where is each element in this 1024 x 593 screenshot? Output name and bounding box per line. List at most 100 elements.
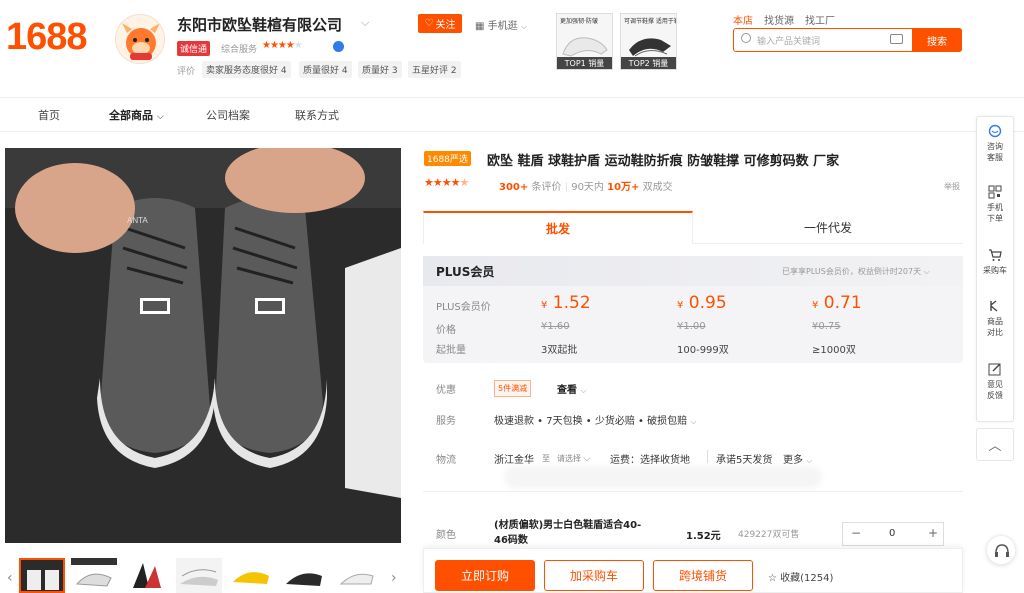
chevron-down-icon[interactable]: ⌵ [361, 16, 369, 30]
tab-wholesale[interactable]: 批发 [423, 211, 693, 244]
rating-summary[interactable]: 300+ 条评价 | 90天内 10万+ 双成交 [499, 178, 673, 193]
moq-label: 起批量 [436, 345, 466, 356]
gallery-thumb[interactable] [71, 558, 117, 593]
reviews-count: 300+ [499, 182, 529, 193]
sidebar-item-compare[interactable]: 商品对比 [976, 299, 1014, 338]
minus-icon[interactable]: − [851, 526, 861, 540]
search-placeholder: 输入产品关键词 [757, 37, 821, 47]
composite-service-label: 综合服务 [221, 45, 258, 55]
quantity-stepper: − 0 + [842, 522, 944, 546]
sidebar-item-mobile-order[interactable]: 手机下单 [976, 185, 1014, 224]
qrcode-icon: ▦ [475, 21, 485, 32]
chevron-down-icon: ⌵ [583, 454, 591, 464]
search-tab-factory[interactable]: 找工厂 [805, 16, 835, 27]
site-logo[interactable]: 1688 [6, 16, 88, 59]
top-product-1[interactable]: 更加强韧·防皱 TOP1 销量 [556, 13, 613, 70]
chevron-down-icon: ⌵ [156, 112, 164, 122]
original-price-tier-3: ¥0.75 [812, 321, 841, 332]
main-product-image[interactable]: ANTA [5, 148, 401, 543]
nav-contact[interactable]: 联系方式 [295, 107, 339, 123]
yanxuan-tag: 1688严选 [424, 151, 471, 166]
shoe-brand-text: ANTA [127, 216, 148, 225]
search-tab-shop[interactable]: 本店 [733, 16, 753, 27]
mobile-shop-link[interactable]: ▦ 手机逛 ⌵ [475, 17, 527, 32]
headset-icon [995, 544, 1009, 557]
rating-tag: 五星好评 2 [408, 61, 461, 78]
plus-hint[interactable]: 已享享PLUS会员价，权益倒计时207天 ⌵ [782, 266, 930, 277]
rating-tag: 质量好 3 [358, 61, 402, 78]
gallery-thumb[interactable] [335, 558, 381, 593]
promo-view-button[interactable]: 查看 ⌵ [557, 381, 587, 396]
original-price-tier-1: ¥1.60 [541, 321, 570, 332]
nav-all-products[interactable]: 全部商品 ⌵ [109, 107, 164, 123]
blurred-overlay [504, 466, 822, 488]
freight-text: 运费：选择收货地 [610, 455, 690, 466]
feedback-icon [988, 363, 1001, 376]
service-text[interactable]: 极速退款 • 7天包换 • 少货必赔 • 破损包赔 ⌵ [494, 412, 696, 427]
moq-tier-1: 3双起批 [541, 345, 578, 356]
gallery-thumb[interactable] [19, 558, 65, 593]
cross-border-button[interactable]: 跨境铺货 [653, 560, 753, 591]
shop-name[interactable]: 东阳市欧坠鞋楦有限公司 [177, 14, 342, 35]
sidebar-item-cart[interactable]: 采购车 [976, 248, 1014, 276]
service-label: 服务 [436, 416, 456, 427]
gallery-thumb[interactable] [282, 558, 328, 593]
nav-company-profile[interactable]: 公司档案 [206, 107, 250, 123]
sidebar-item-feedback[interactable]: 意见反馈 [976, 362, 1014, 401]
verified-icon [333, 41, 344, 52]
chevron-down-icon: ⌵ [690, 417, 697, 426]
favorite-button[interactable]: ☆ 收藏(1254) [768, 569, 833, 584]
chevron-up-icon: ︿ [988, 439, 1002, 454]
quantity-value[interactable]: 0 [889, 528, 895, 539]
chevron-right-icon[interactable]: › [391, 570, 397, 586]
product-title: 欧坠 鞋盾 球鞋护盾 运动鞋防折痕 防皱鞋撑 可修剪码数 厂家 [487, 154, 840, 169]
search-tab-source[interactable]: 找货源 [764, 16, 794, 27]
moq-tier-3: ≥1000双 [812, 345, 856, 356]
chevron-down-icon: ⌵ [923, 267, 930, 276]
original-price-tier-2: ¥1.00 [677, 321, 706, 332]
gallery-thumb[interactable] [229, 558, 275, 593]
member-price-tier-3: ¥ 0.71 [812, 293, 862, 313]
product-rating-stars: ★★★★★ [424, 176, 469, 189]
rating-tag: 质量很好 4 [299, 61, 352, 78]
report-link[interactable]: 举报 [944, 181, 960, 192]
shop-badge: 诚信通 [177, 41, 211, 56]
back-to-top-button[interactable]: ︿ [976, 428, 1014, 461]
heart-icon: ♡ [424, 18, 434, 29]
top-product-2[interactable]: 可调节鞋撑 适用于鞋子 TOP2 销量 [620, 13, 677, 70]
chevron-down-icon: ⌵ [580, 386, 587, 395]
logistics-label: 物流 [436, 455, 456, 466]
promo-tag: 5件满减 [494, 380, 532, 397]
top-product-caption: 可调节鞋撑 适用于鞋子 [624, 18, 676, 25]
divider [423, 491, 963, 492]
follow-button[interactable]: ♡ 关注 [418, 14, 462, 33]
gallery-thumb[interactable] [123, 558, 169, 593]
cart-icon [989, 249, 1002, 261]
plus-title: PLUS会员 [436, 265, 495, 279]
search-button[interactable]: 搜索 [912, 28, 962, 52]
rating-label: 评价 [177, 67, 196, 77]
star-icon: ☆ [768, 573, 777, 584]
top-product-rank: TOP2 销量 [621, 57, 676, 69]
gallery-thumb[interactable] [176, 558, 222, 593]
sku-stock: 429227双可售 [738, 530, 800, 540]
shop-avatar[interactable] [115, 14, 165, 64]
search-icon [741, 33, 751, 43]
qrcode-icon [988, 185, 1002, 199]
moq-tier-2: 100-999双 [677, 345, 729, 356]
logistics-more[interactable]: 更多 ⌵ [783, 451, 812, 466]
color-label: 颜色 [436, 530, 456, 541]
sku-price: 1.52元 [686, 531, 721, 542]
camera-icon[interactable] [890, 34, 903, 44]
plus-icon[interactable]: + [928, 526, 938, 540]
nav-home[interactable]: 首页 [38, 107, 60, 123]
chevron-left-icon[interactable]: ‹ [7, 570, 13, 586]
buy-now-button[interactable]: 立即订购 [435, 560, 535, 591]
ship-promise: 承诺5天发货 [716, 455, 773, 466]
service-stars: ★★★★★ [262, 40, 303, 51]
tab-dropship[interactable]: 一件代发 [693, 211, 963, 243]
sidebar-item-service[interactable]: 咨询客服 [976, 124, 1014, 163]
add-to-cart-button[interactable]: 加采购车 [544, 560, 644, 591]
ship-to-select[interactable]: 请选择 ⌵ [557, 453, 590, 464]
float-service-button[interactable] [986, 535, 1016, 565]
